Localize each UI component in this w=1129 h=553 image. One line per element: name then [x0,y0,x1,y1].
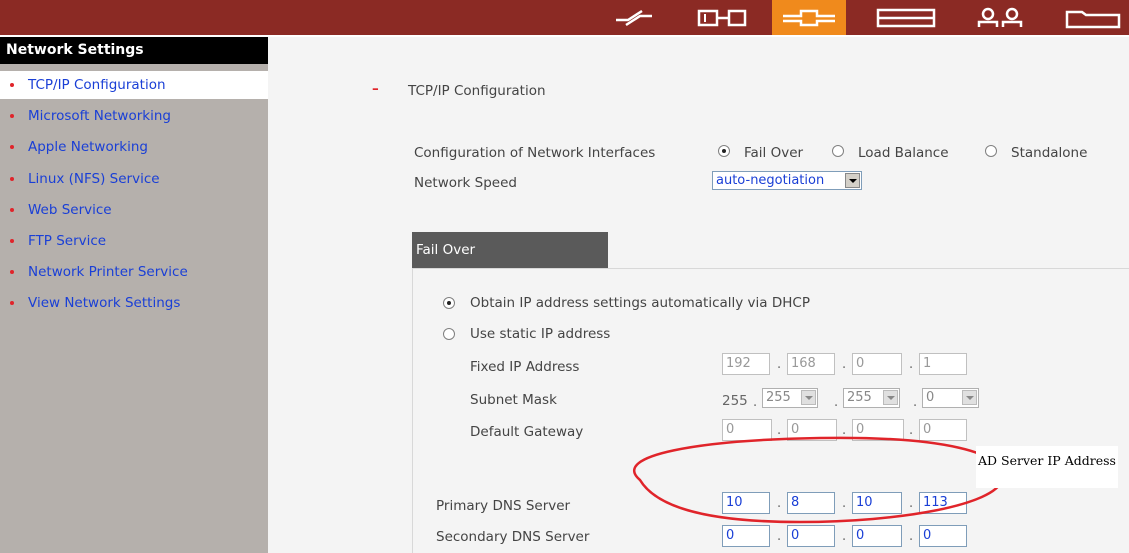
annotation-callout: AD Server IP Address [976,446,1118,488]
annotation-circle [632,436,1004,524]
